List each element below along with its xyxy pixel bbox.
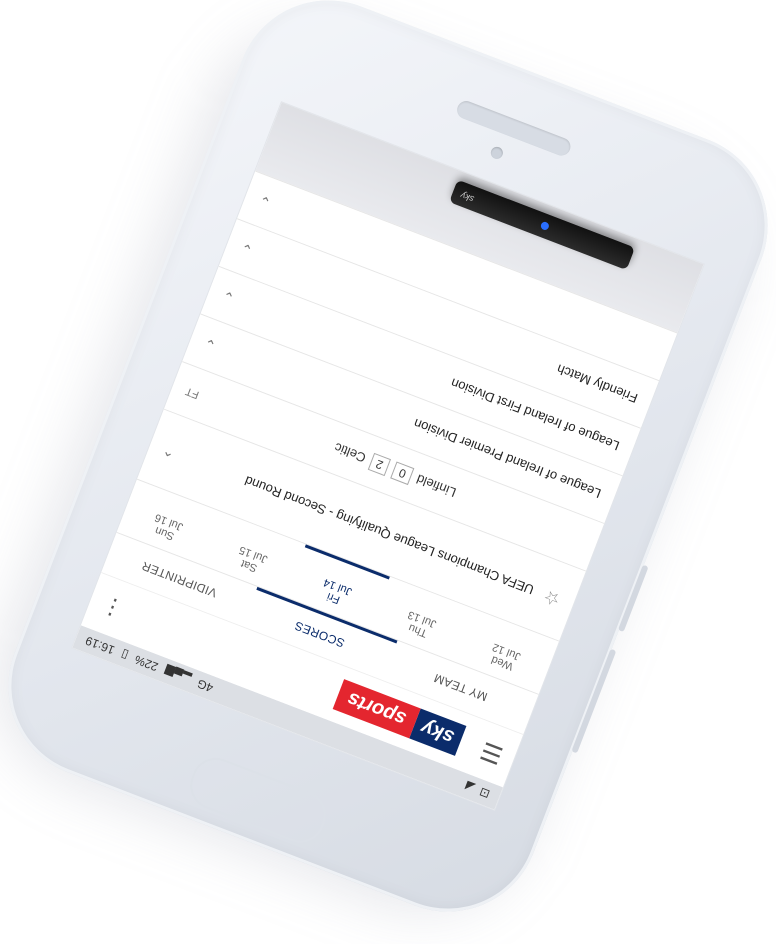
- device-brand-mark: sky: [459, 190, 476, 205]
- notification-icon: ⊡: [477, 784, 492, 802]
- phone-screen: ⊡ ◢ 4G ▂▄▆ 22% ▯ 16:19 ☰ sky sports ⋮ MY…: [72, 102, 704, 810]
- away-score: 2: [367, 452, 392, 477]
- away-team: Celtic: [332, 440, 368, 466]
- chevron-down-icon[interactable]: ⌄: [256, 192, 273, 212]
- match-status: FT: [183, 384, 201, 401]
- battery-icon: ▯: [119, 647, 131, 663]
- bars-icon: ▂▄▆: [162, 663, 193, 687]
- network-label: 4G: [195, 676, 216, 696]
- home-score: 0: [390, 461, 415, 486]
- phone-speaker: [454, 98, 574, 159]
- battery-label: 22%: [132, 652, 161, 675]
- home-team: Linfield: [414, 471, 458, 501]
- star-icon[interactable]: ☆: [541, 585, 564, 610]
- kebab-icon[interactable]: ⋮: [98, 591, 128, 623]
- device-light: [539, 220, 551, 232]
- phone-side-button[interactable]: [617, 564, 649, 633]
- signal-icon: ◢: [463, 779, 477, 796]
- phone-volume-button[interactable]: [571, 648, 617, 754]
- hamburger-icon[interactable]: ☰: [463, 730, 507, 770]
- phone-camera: [489, 145, 505, 161]
